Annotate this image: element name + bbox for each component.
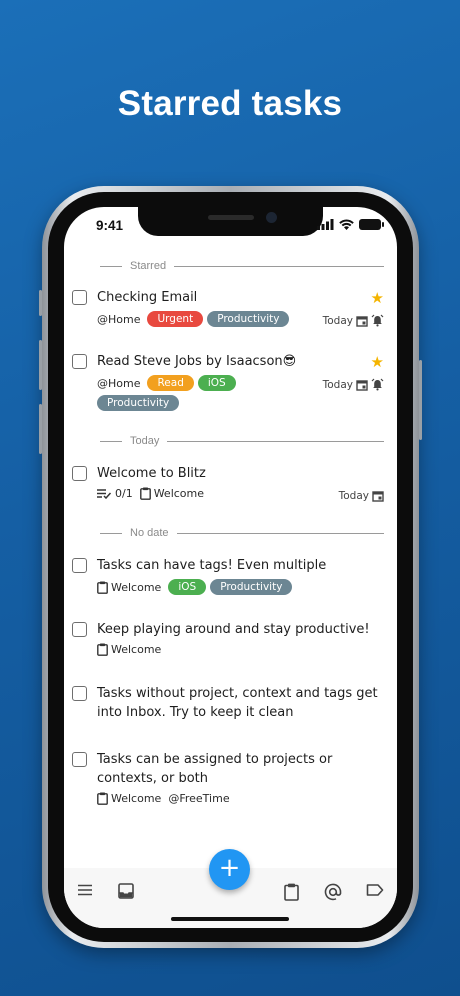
star-icon[interactable]: ★ — [371, 289, 384, 307]
task-context: @Home — [97, 376, 141, 390]
task-title[interactable]: Welcome to Blitz — [97, 464, 385, 483]
task-context: @Home — [97, 312, 141, 326]
task-project: Welcome — [97, 581, 161, 594]
battery-icon — [359, 219, 384, 230]
tag-productivity: Productivity — [210, 579, 293, 595]
calendar-icon — [356, 315, 368, 327]
clipboard-icon[interactable] — [284, 883, 299, 901]
tag-ios: iOS — [197, 375, 236, 391]
home-indicator — [171, 917, 289, 921]
task-title[interactable]: Tasks without project, context and tags … — [97, 684, 385, 722]
task-checkbox[interactable] — [72, 354, 87, 369]
calendar-icon — [356, 379, 368, 391]
task-project: Welcome — [97, 792, 161, 805]
task-title[interactable]: Read Steve Jobs by Isaacson😎 — [97, 352, 385, 371]
task-checkbox[interactable] — [72, 466, 87, 481]
task-context: @FreeTime — [168, 792, 230, 805]
status-icons — [317, 219, 384, 230]
tag-productivity: Productivity — [97, 395, 180, 411]
page-headline: Starred tasks — [117, 84, 343, 123]
tag-icon[interactable] — [366, 883, 384, 897]
app-screen: 9:41 Starred Checking Email ★ @Home Urge… — [64, 207, 397, 928]
task-checkbox[interactable] — [72, 558, 87, 573]
star-icon[interactable]: ★ — [371, 353, 384, 371]
tag-ios: iOS — [168, 579, 207, 595]
task-title[interactable]: Tasks can have tags! Even multiple — [97, 556, 385, 575]
task-title[interactable]: Keep playing around and stay productive! — [97, 620, 385, 639]
due-date: Today — [322, 314, 353, 327]
due-date: Today — [338, 490, 369, 502]
due-date: Today — [322, 378, 353, 391]
notch — [138, 207, 323, 236]
clipboard-icon — [139, 487, 151, 500]
clipboard-icon — [97, 792, 108, 805]
subtask-count: 0/1 — [97, 487, 133, 500]
task-project: Welcome — [97, 643, 161, 656]
calendar-icon — [372, 491, 384, 502]
add-task-button[interactable]: + — [209, 849, 250, 890]
checklist-icon — [97, 489, 112, 499]
clipboard-icon — [97, 581, 108, 594]
wifi-icon — [339, 219, 354, 230]
status-time: 9:41 — [96, 218, 124, 233]
tag-productivity: Productivity — [207, 311, 290, 327]
task-checkbox[interactable] — [72, 622, 87, 637]
at-icon[interactable] — [324, 883, 342, 901]
task-project: Welcome — [139, 487, 204, 500]
inbox-icon[interactable] — [118, 883, 134, 899]
task-checkbox[interactable] — [72, 290, 87, 305]
section-header-today: Today — [100, 433, 384, 449]
tag-urgent: Urgent — [147, 311, 204, 327]
clipboard-icon — [97, 643, 108, 656]
task-title[interactable]: Tasks can be assigned to projects or con… — [97, 750, 385, 788]
task-checkbox[interactable] — [72, 752, 87, 767]
tag-read: Read — [147, 375, 194, 391]
alarm-icon — [371, 378, 384, 391]
alarm-icon — [371, 314, 384, 327]
task-checkbox[interactable] — [72, 686, 87, 701]
signal-icon — [317, 219, 334, 230]
section-header-starred: Starred — [100, 258, 384, 274]
section-header-no-date: No date — [100, 525, 384, 541]
task-title[interactable]: Checking Email — [97, 288, 385, 307]
menu-icon[interactable] — [77, 883, 93, 897]
